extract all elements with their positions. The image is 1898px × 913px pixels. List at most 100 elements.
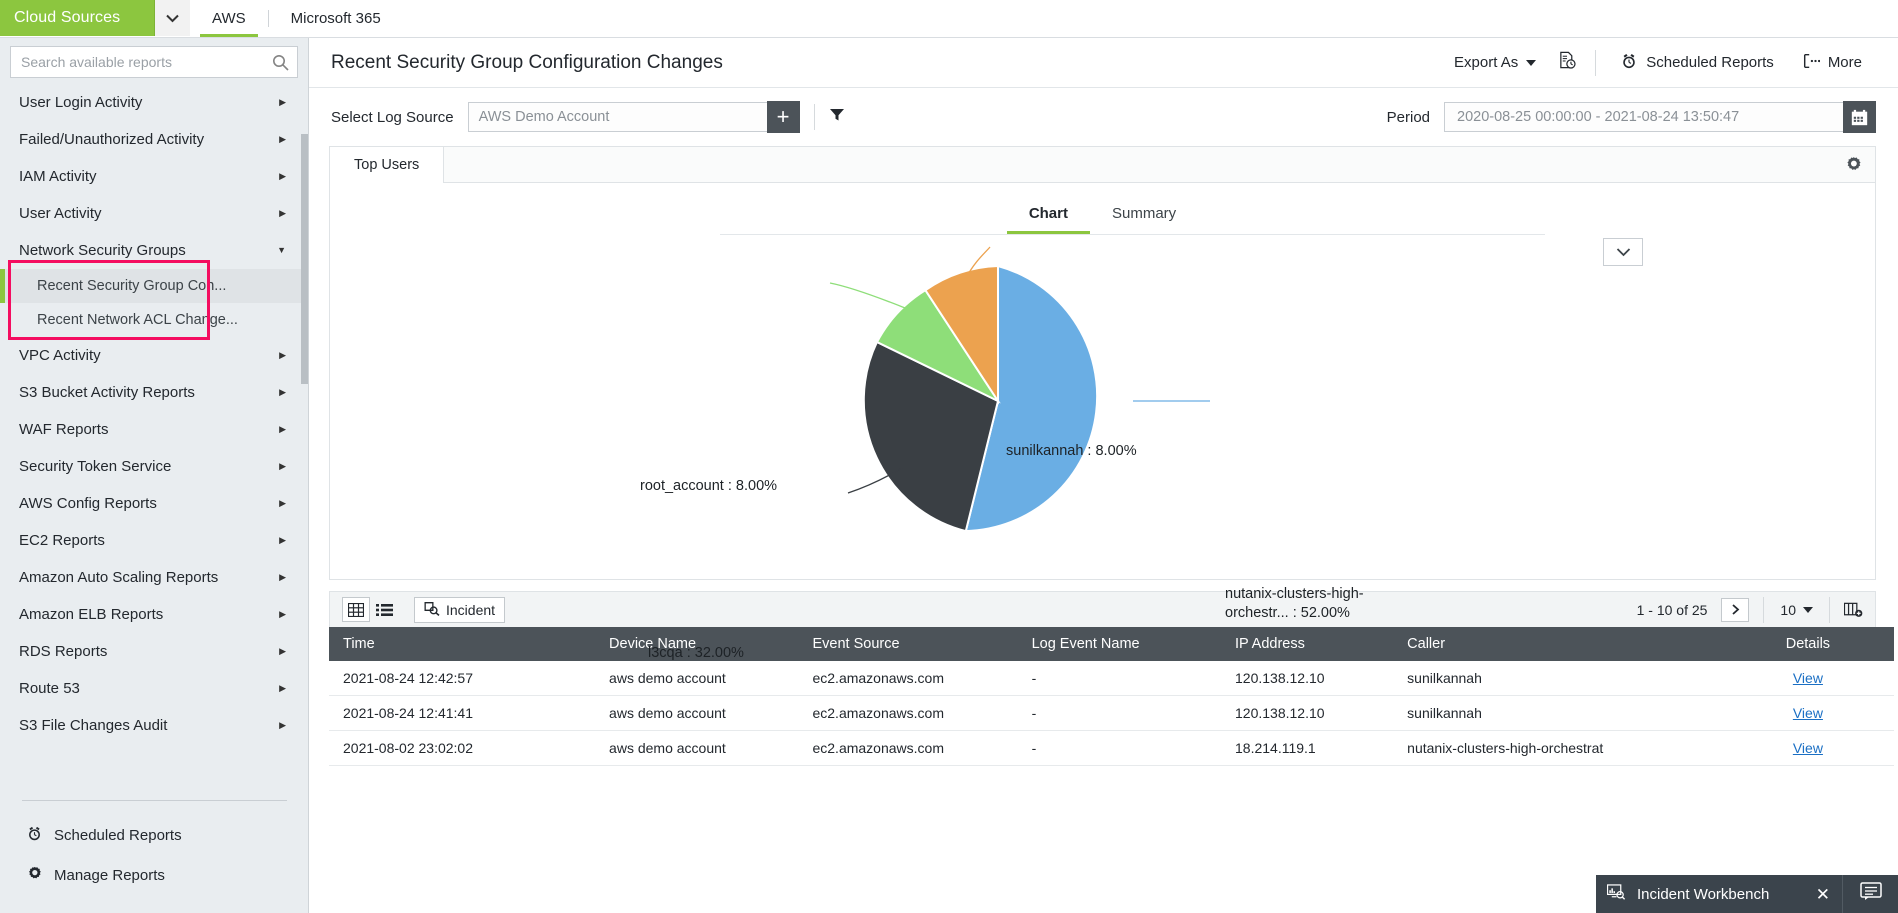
chevron-right-icon: ▶ [279,499,286,508]
cloud-sources-selector[interactable]: Cloud Sources [0,0,190,36]
sidebar-item-aws-config-reports[interactable]: AWS Config Reports ▶ [0,485,308,522]
column-caller[interactable]: Caller [1393,627,1722,661]
sidebar-search-wrap [0,38,308,84]
calendar-icon[interactable] [1843,101,1876,133]
sidebar-item-failed-unauthorized-activity[interactable]: Failed/Unauthorized Activity ▶ [0,121,308,158]
sidebar-subitem-label: Recent Security Group Con... [37,278,226,294]
cell-event-source: ec2.amazonaws.com [798,696,1017,731]
chat-bubble-icon [1860,882,1882,906]
view-link[interactable]: View [1793,705,1823,721]
column-time[interactable]: Time [329,627,595,661]
tab-top-users[interactable]: Top Users [330,147,444,183]
cell-ip-address: 18.214.119.1 [1221,731,1393,766]
scheduled-reports-button[interactable]: Scheduled Reports [1606,46,1788,80]
incident-button[interactable]: Incident [414,597,505,623]
sidebar-item-vpc-activity[interactable]: VPC Activity ▶ [0,337,308,374]
header-actions: Export As Scheduled Reports [1440,46,1876,80]
workbench-title: Incident Workbench [1637,886,1769,903]
leader-line-root-account [830,283,905,308]
cell-device-name: aws demo account [595,661,798,696]
filter-bar: Select Log Source AWS Demo Account + Per… [309,88,1898,146]
sidebar-item-waf-reports[interactable]: WAF Reports ▶ [0,411,308,448]
search-input[interactable] [21,54,272,70]
table-body: 2021-08-24 12:42:57 aws demo account ec2… [329,661,1894,766]
sidebar-item-label: VPC Activity [19,347,101,364]
chevron-down-icon[interactable] [154,0,190,36]
period-input[interactable]: 2020-08-25 00:00:00 - 2021-08-24 13:50:4… [1444,102,1844,132]
more-button[interactable]: More [1788,46,1876,80]
sidebar-item-amazon-auto-scaling-reports[interactable]: Amazon Auto Scaling Reports ▶ [0,559,308,596]
view-link[interactable]: View [1793,670,1823,686]
log-source-value: AWS Demo Account [479,109,610,125]
sidebar-item-user-activity[interactable]: User Activity ▶ [0,195,308,232]
sidebar-item-label: Network Security Groups [19,242,186,259]
sidebar-footer-scheduled-reports[interactable]: Scheduled Reports [0,815,309,855]
next-page-button[interactable] [1721,598,1749,622]
pie-chart[interactable] [330,241,1890,571]
tab-summary[interactable]: Summary [1090,199,1198,234]
list-view-icon[interactable] [370,597,398,622]
sidebar-item-recent-network-acl-changes[interactable]: Recent Network ACL Change... [0,303,308,337]
pie-label-l3cqa: l3cqa : 32.00% [648,645,744,661]
tab-summary-label: Summary [1112,205,1176,222]
table-row[interactable]: 2021-08-02 23:02:02 aws demo account ec2… [329,731,1894,766]
funnel-icon[interactable] [829,107,845,128]
sidebar-footer-label: Manage Reports [54,867,165,884]
add-column-icon[interactable] [1844,602,1863,618]
table-view-controls: Incident [342,597,505,623]
page-size-selector[interactable]: 10 [1780,602,1813,618]
export-as-label: Export As [1454,54,1518,71]
pagination-text: 1 - 10 of 25 [1637,602,1708,618]
chevron-right-icon: ▶ [279,388,286,397]
column-log-event-name[interactable]: Log Event Name [1018,627,1221,661]
add-log-source-button[interactable]: + [767,101,800,133]
panel-tab-bar: Top Users [330,147,1875,183]
log-source-input[interactable]: AWS Demo Account [468,102,768,132]
plus-icon: + [777,104,790,130]
table-grid-icon[interactable] [342,597,370,622]
search-box[interactable] [10,46,298,78]
export-as-button[interactable]: Export As [1440,46,1550,80]
sidebar-scrollbar[interactable] [301,134,308,384]
sidebar-item-s3-file-changes-audit[interactable]: S3 File Changes Audit ▶ [0,707,308,744]
column-ip-address[interactable]: IP Address [1221,627,1393,661]
view-link[interactable]: View [1793,740,1823,756]
sidebar-item-label: Failed/Unauthorized Activity [19,131,204,148]
sidebar-item-network-security-groups[interactable]: Network Security Groups ▼ [0,232,308,269]
export-history-button[interactable] [1550,46,1585,80]
panel-settings-gear-icon[interactable] [1844,155,1863,179]
sidebar-item-route-53[interactable]: Route 53 ▶ [0,670,308,707]
column-details[interactable]: Details [1722,627,1894,661]
tab-microsoft-365[interactable]: Microsoft 365 [269,0,403,37]
tab-aws[interactable]: AWS [190,0,268,37]
tab-aws-label: AWS [212,10,246,27]
divider [1763,597,1764,623]
sidebar-item-recent-security-group-configuration-changes[interactable]: Recent Security Group Con... [0,269,308,303]
cell-ip-address: 120.138.12.10 [1221,696,1393,731]
table-row[interactable]: 2021-08-24 12:41:41 aws demo account ec2… [329,696,1894,731]
sidebar-item-amazon-elb-reports[interactable]: Amazon ELB Reports ▶ [0,596,308,633]
sidebar-item-ec2-reports[interactable]: EC2 Reports ▶ [0,522,308,559]
cell-caller: sunilkannah [1393,696,1722,731]
sidebar-item-s3-bucket-activity-reports[interactable]: S3 Bucket Activity Reports ▶ [0,374,308,411]
sidebar-item-rds-reports[interactable]: RDS Reports ▶ [0,633,308,670]
sidebar-footer-manage-reports[interactable]: Manage Reports [0,855,309,895]
sidebar-item-user-login-activity[interactable]: User Login Activity ▶ [0,84,308,121]
cell-event-source: ec2.amazonaws.com [798,661,1017,696]
period-value: 2020-08-25 00:00:00 - 2021-08-24 13:50:4… [1457,109,1739,125]
search-icon[interactable] [272,54,289,71]
incident-workbench-bar[interactable]: Incident Workbench ✕ [1596,875,1842,913]
pie-label-nutanix: nutanix-clusters-high- orchestr... : 52.… [1225,585,1364,623]
sidebar-item-label: User Activity [19,205,102,222]
cell-details: View [1722,731,1894,766]
main-content: Recent Security Group Configuration Chan… [309,38,1898,913]
sidebar-item-security-token-service[interactable]: Security Token Service ▶ [0,448,308,485]
chevron-right-icon: ▶ [279,425,286,434]
close-icon[interactable]: ✕ [1816,886,1830,903]
chat-button[interactable] [1842,875,1898,913]
tab-chart[interactable]: Chart [1007,199,1090,234]
sidebar-item-iam-activity[interactable]: IAM Activity ▶ [0,158,308,195]
table-row[interactable]: 2021-08-24 12:42:57 aws demo account ec2… [329,661,1894,696]
column-event-source[interactable]: Event Source [798,627,1017,661]
sidebar-item-label: S3 File Changes Audit [19,717,167,734]
